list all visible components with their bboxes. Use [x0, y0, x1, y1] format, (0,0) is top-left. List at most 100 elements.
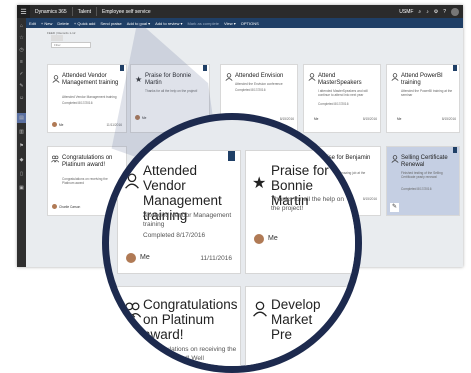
- card-title: Attend MasterSpeakers: [318, 73, 362, 86]
- card-title: Congratulations on Platinum award!: [62, 155, 113, 168]
- card-owner: Me: [314, 117, 319, 121]
- zoom-lens: Attended Vendor Management training Atte…: [102, 113, 362, 373]
- side-nav: ⌂ ☆ ◷ ≡ ✓ ✎ ☺ ▤ ▥ ⚑ ◆ ▯ ▣: [17, 18, 26, 267]
- app-name[interactable]: Dynamics 365: [30, 7, 73, 16]
- star-icon[interactable]: ☆: [19, 36, 24, 41]
- person-icon: [253, 301, 267, 317]
- lens-card-owner: Me: [268, 235, 278, 242]
- lens-card-date: 11/11/2016: [200, 255, 232, 262]
- person-icon: [391, 155, 399, 163]
- card-completed: Completed 8/17/2016: [235, 88, 266, 92]
- card-desc: Congratulations on receiving the Platinu…: [62, 177, 108, 185]
- cmd-delete[interactable]: Delete: [57, 21, 69, 26]
- card-date: 11/11/2016: [106, 123, 122, 127]
- card-completed: Completed 8/17/2016: [401, 187, 432, 191]
- company-label[interactable]: USMF: [399, 9, 413, 15]
- person-icon: [308, 73, 316, 81]
- avatar: [52, 122, 57, 127]
- flag-icon[interactable]: ⚑: [19, 144, 24, 149]
- card-title: Attended Envision: [235, 73, 284, 79]
- person-icon: [125, 173, 139, 189]
- card-desc: Attended the Envision conference: [235, 82, 283, 86]
- command-bar: Edit + New Delete + Quick add Send prais…: [26, 18, 463, 28]
- feed-icon[interactable]: ▤: [19, 116, 24, 121]
- edit-icon[interactable]: ✎: [390, 203, 399, 212]
- cmd-add-to-review[interactable]: Add to review ▾: [155, 21, 182, 26]
- avatar: [52, 204, 57, 209]
- card-selling-certificate[interactable]: Selling Certificate Renewal Finished tes…: [386, 146, 460, 216]
- card-owner: Me: [397, 117, 402, 121]
- cmd-edit[interactable]: Edit: [29, 21, 36, 26]
- cmd-add-to-goal[interactable]: Add to goal ▾: [127, 21, 150, 26]
- card-title: Attended Vendor Management training: [62, 73, 119, 86]
- module-name[interactable]: Talent: [73, 7, 98, 16]
- card-completed: Completed 8/17/2016: [318, 102, 349, 106]
- cmd-send-praise[interactable]: Send praise: [100, 21, 121, 26]
- card-date: 8/15/2016: [279, 117, 294, 121]
- star-icon: ★: [135, 75, 143, 84]
- avatar: [135, 115, 140, 120]
- top-bar: ☰ Dynamics 365 Talent Employee self serv…: [17, 5, 463, 18]
- cmd-options[interactable]: OPTIONS: [241, 21, 259, 26]
- home-icon[interactable]: ⌂: [19, 24, 24, 29]
- pencil-icon[interactable]: ✎: [19, 84, 24, 89]
- cmd-view[interactable]: View ▾: [224, 21, 236, 26]
- card-desc: Thanks for all the help on the project!: [145, 89, 198, 93]
- card-owner: Charlie Carson: [59, 205, 81, 209]
- waffle-icon[interactable]: ☰: [17, 5, 30, 18]
- area-name: Employee self service: [102, 8, 151, 15]
- cmd-new[interactable]: + New: [41, 21, 52, 26]
- card-date: 8/15/2016: [362, 117, 377, 121]
- card-title: Praise for Bonnie Martin: [145, 73, 192, 86]
- bookmark-icon: [203, 65, 207, 71]
- bell-icon[interactable]: ♪: [426, 9, 429, 15]
- lens-card-develop[interactable]: Develop Market Pre: [245, 286, 355, 366]
- card-powerbi[interactable]: Attend PowerBI training Attended the Pow…: [386, 64, 460, 133]
- card-masterspeakers[interactable]: Attend MasterSpeakers I attended MasterS…: [303, 64, 381, 133]
- help-icon[interactable]: ?: [443, 9, 446, 15]
- list-icon[interactable]: ≡: [19, 60, 24, 65]
- bookmark-icon: [120, 65, 124, 71]
- doc-icon[interactable]: ▯: [19, 172, 24, 177]
- card-vendor-training[interactable]: Attended Vendor Management training Atte…: [47, 64, 127, 133]
- avatar: [126, 253, 136, 263]
- lens-card-praise-bonnie[interactable]: ★ Praise for Bonnie Martin Thanks for al…: [245, 150, 355, 274]
- chart-icon[interactable]: ▥: [19, 130, 24, 135]
- lens-card-title: Congratulations on Platinum award!: [143, 297, 238, 342]
- lens-card-completed: Completed 8/17/2016: [143, 232, 206, 239]
- view-switcher[interactable]: [51, 35, 63, 41]
- tag-icon[interactable]: ◆: [19, 158, 24, 163]
- card-desc: Attended Vendor Management training: [62, 95, 117, 99]
- avatar: [254, 234, 264, 244]
- lens-card-title: Develop Market Pre: [271, 297, 321, 342]
- check-icon[interactable]: ✓: [19, 72, 24, 77]
- people-icon[interactable]: ☺: [19, 96, 24, 101]
- bookmark-icon: [453, 147, 457, 153]
- lens-card-owner: Me: [140, 254, 150, 261]
- card-date: 8/15/2016: [441, 117, 456, 121]
- bookmark-icon: [453, 65, 457, 71]
- card-owner: Me: [59, 123, 64, 127]
- card-desc: Attended the PowerBI training at the sem…: [401, 89, 453, 97]
- card-owner: Me: [142, 116, 147, 120]
- lens-card-desc: Attended Vendor Management training: [143, 212, 232, 228]
- search-icon[interactable]: ⌕: [418, 9, 421, 15]
- card-completed: Completed 8/17/2016: [62, 101, 93, 105]
- person-icon: [225, 73, 233, 81]
- gear-icon[interactable]: ⚙: [434, 9, 438, 15]
- star-icon: ★: [252, 175, 267, 192]
- cmd-quick-add[interactable]: + Quick add: [74, 21, 95, 26]
- card-date: 8/15/2016: [362, 197, 377, 201]
- cmd-mark-complete[interactable]: Mark as complete: [187, 21, 219, 26]
- lens-card-desc: Congratulations on receiving the Platinu…: [143, 346, 237, 362]
- lens-card-vendor-training[interactable]: Attended Vendor Management training Atte…: [117, 150, 241, 274]
- filter-input[interactable]: Filter: [51, 42, 91, 48]
- gift-icon[interactable]: ▣: [19, 186, 24, 191]
- person-icon: [391, 73, 399, 81]
- lens-card-platinum[interactable]: Congratulations on Platinum award! Congr…: [117, 286, 241, 366]
- card-title: Attend PowerBI training: [401, 73, 443, 86]
- bookmark-icon: [228, 151, 235, 161]
- avatar[interactable]: [451, 7, 459, 16]
- person-icon: [52, 75, 60, 83]
- clock-icon[interactable]: ◷: [19, 48, 24, 53]
